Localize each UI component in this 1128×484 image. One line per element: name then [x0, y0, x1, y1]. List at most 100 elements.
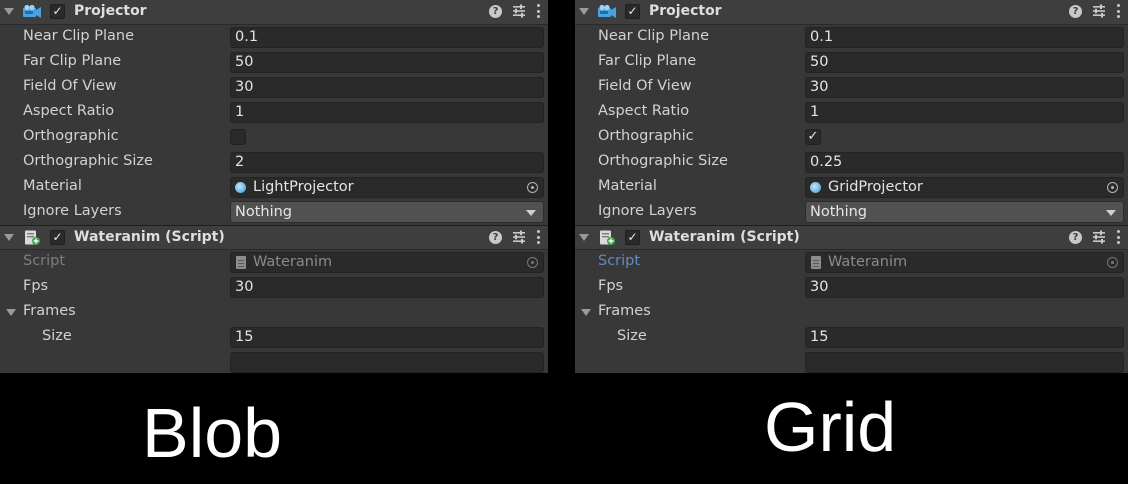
orthographic-size-field[interactable]: 2: [230, 152, 544, 173]
aspect-ratio-row: Aspect Ratio 1: [575, 100, 1128, 125]
inspector-panel-left: ✓ Projector ? Near Clip Plane 0.1 Far Cl…: [0, 0, 548, 373]
preset-icon[interactable]: [512, 230, 526, 244]
near-clip-plane-row: Near Clip Plane 0.1: [0, 25, 548, 50]
size-label: Size: [42, 328, 72, 344]
projector-icon: [23, 4, 41, 18]
component-title: Projector: [649, 3, 722, 19]
ignore-layers-label: Ignore Layers: [598, 203, 697, 219]
fps-field[interactable]: 30: [805, 277, 1124, 298]
script-icon: [600, 230, 615, 245]
help-icon[interactable]: ?: [1069, 230, 1082, 244]
wateranim-component-header[interactable]: ✓ Wateranim (Script) ?: [0, 225, 548, 250]
projector-component-header[interactable]: ✓ Projector ?: [575, 0, 1128, 25]
menu-icon[interactable]: [1116, 230, 1120, 244]
material-value: LightProjector: [253, 179, 354, 195]
material-object-field[interactable]: GridProjector: [805, 177, 1124, 198]
orthographic-size-row: Orthographic Size 2: [0, 150, 548, 175]
near-clip-plane-field[interactable]: 0.1: [230, 27, 544, 48]
help-icon[interactable]: ?: [489, 4, 502, 18]
far-clip-plane-field[interactable]: 50: [230, 52, 544, 73]
orthographic-size-label: Orthographic Size: [598, 153, 728, 169]
dropdown-arrow-icon: [1106, 210, 1116, 216]
preset-icon[interactable]: [1092, 4, 1106, 18]
far-clip-plane-row: Far Clip Plane 50: [0, 50, 548, 75]
object-picker-icon[interactable]: [527, 182, 538, 193]
ignore-layers-value: Nothing: [235, 204, 293, 220]
fps-field[interactable]: 30: [230, 277, 544, 298]
orthographic-size-row: Orthographic Size 0.25: [575, 150, 1128, 175]
script-row: Script Wateranim: [0, 250, 548, 275]
script-row: Script Wateranim: [575, 250, 1128, 275]
frames-row[interactable]: Frames: [575, 300, 1128, 325]
material-object-field[interactable]: LightProjector: [230, 177, 544, 198]
wateranim-enabled-checkbox[interactable]: ✓: [50, 230, 65, 245]
far-clip-plane-label: Far Clip Plane: [598, 53, 697, 69]
frames-row[interactable]: Frames: [0, 300, 548, 325]
orthographic-size-field[interactable]: 0.25: [805, 152, 1124, 173]
projector-component-header[interactable]: ✓ Projector ?: [0, 0, 548, 25]
foldout-arrow-icon[interactable]: [579, 234, 589, 241]
element-field-partial[interactable]: [230, 352, 544, 373]
next-row-partial: [575, 350, 1128, 373]
foldout-arrow-icon[interactable]: [579, 8, 589, 15]
help-icon[interactable]: ?: [1069, 4, 1082, 18]
projector-enabled-checkbox[interactable]: ✓: [625, 4, 640, 19]
object-picker-icon: [527, 257, 538, 268]
orthographic-checkbox[interactable]: [230, 129, 246, 145]
script-object-field: Wateranim: [805, 252, 1124, 273]
field-of-view-field[interactable]: 30: [230, 77, 544, 98]
field-of-view-label: Field Of View: [23, 78, 117, 94]
orthographic-checkbox[interactable]: ✓: [805, 129, 821, 145]
orthographic-label: Orthographic: [598, 128, 694, 144]
foldout-arrow-icon[interactable]: [4, 234, 14, 241]
far-clip-plane-label: Far Clip Plane: [23, 53, 122, 69]
wateranim-enabled-checkbox[interactable]: ✓: [625, 230, 640, 245]
aspect-ratio-label: Aspect Ratio: [23, 103, 115, 119]
menu-icon[interactable]: [536, 230, 540, 244]
near-clip-plane-label: Near Clip Plane: [598, 28, 709, 44]
ignore-layers-dropdown[interactable]: Nothing: [805, 201, 1124, 223]
ignore-layers-dropdown[interactable]: Nothing: [230, 201, 544, 223]
material-value: GridProjector: [828, 179, 923, 195]
help-icon[interactable]: ?: [489, 230, 502, 244]
material-row: Material LightProjector: [0, 175, 548, 200]
size-field[interactable]: 15: [230, 327, 544, 348]
foldout-arrow-icon[interactable]: [581, 309, 591, 316]
fps-row: Fps 30: [575, 275, 1128, 300]
wateranim-component-header[interactable]: ✓ Wateranim (Script) ?: [575, 225, 1128, 250]
menu-icon[interactable]: [536, 4, 540, 18]
element-field-partial[interactable]: [805, 352, 1124, 373]
aspect-ratio-field[interactable]: 1: [805, 102, 1124, 123]
field-of-view-label: Field Of View: [598, 78, 692, 94]
script-icon: [25, 230, 40, 245]
component-title: Projector: [74, 3, 147, 19]
field-of-view-field[interactable]: 30: [805, 77, 1124, 98]
projector-enabled-checkbox[interactable]: ✓: [50, 4, 65, 19]
dropdown-arrow-icon: [526, 210, 536, 216]
near-clip-plane-label: Near Clip Plane: [23, 28, 134, 44]
foldout-arrow-icon[interactable]: [6, 309, 16, 316]
aspect-ratio-field[interactable]: 1: [230, 102, 544, 123]
inspector-panel-right: ✓ Projector ? Near Clip Plane 0.1 Far Cl…: [575, 0, 1128, 373]
caption-grid: Grid: [764, 388, 897, 466]
orthographic-label: Orthographic: [23, 128, 119, 144]
size-label: Size: [617, 328, 647, 344]
preset-icon[interactable]: [1092, 230, 1106, 244]
component-title: Wateranim (Script): [74, 229, 225, 245]
ignore-layers-row: Ignore Layers Nothing: [0, 200, 548, 225]
material-icon: [235, 182, 246, 193]
aspect-ratio-row: Aspect Ratio 1: [0, 100, 548, 125]
far-clip-plane-field[interactable]: 50: [805, 52, 1124, 73]
material-label: Material: [598, 178, 657, 194]
object-picker-icon[interactable]: [1107, 182, 1118, 193]
orthographic-size-label: Orthographic Size: [23, 153, 153, 169]
near-clip-plane-field[interactable]: 0.1: [805, 27, 1124, 48]
size-field[interactable]: 15: [805, 327, 1124, 348]
script-file-icon: [236, 256, 246, 269]
foldout-arrow-icon[interactable]: [4, 8, 14, 15]
caption-blob: Blob: [142, 394, 283, 472]
orthographic-row: Orthographic ✓: [575, 125, 1128, 150]
menu-icon[interactable]: [1116, 4, 1120, 18]
fps-label: Fps: [23, 278, 49, 294]
preset-icon[interactable]: [512, 4, 526, 18]
